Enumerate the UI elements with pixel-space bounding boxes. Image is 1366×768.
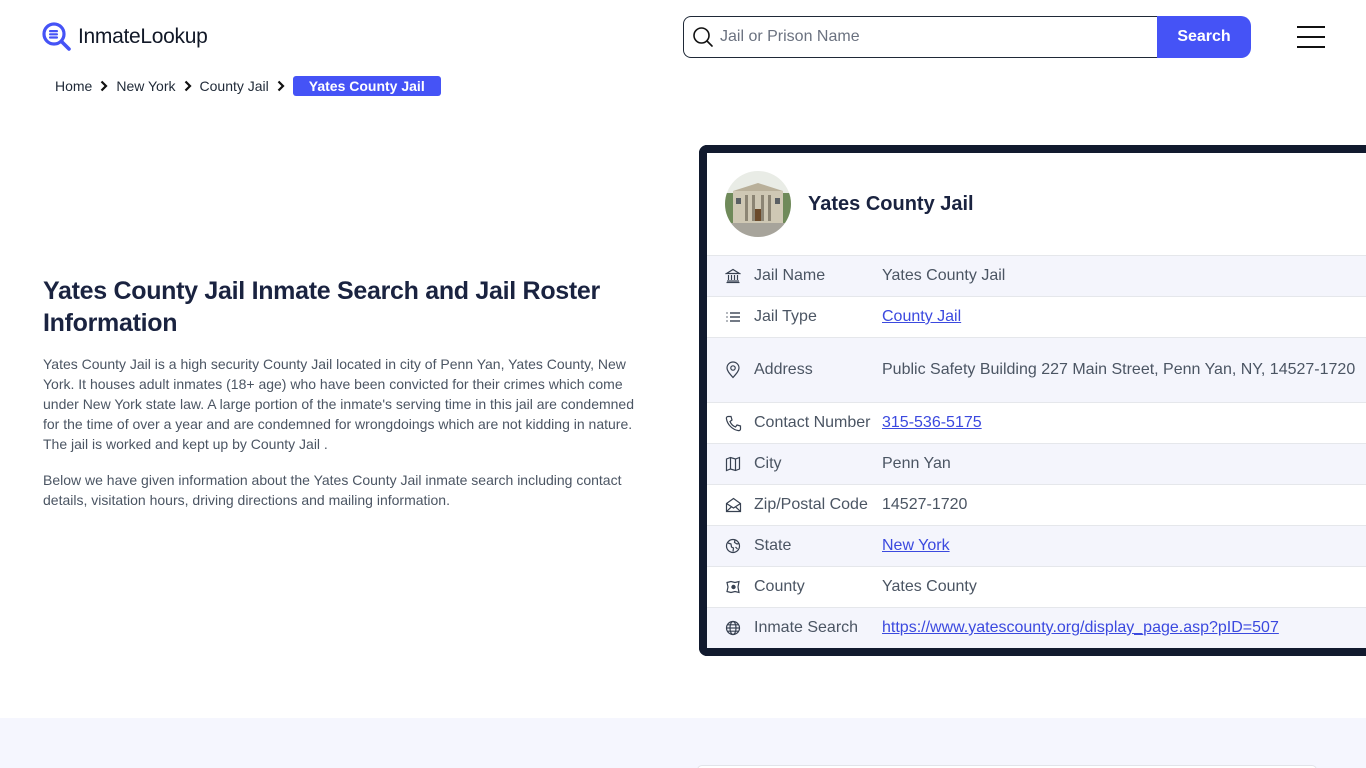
row-label: Address xyxy=(754,361,813,378)
phone-icon xyxy=(707,415,754,432)
row-label: Jail Type xyxy=(754,308,817,325)
inmate-search-link[interactable]: https://www.yatescounty.org/display_page… xyxy=(882,619,1279,636)
info-table: Jail Name Yates County Jail Jail Type Co… xyxy=(707,255,1366,648)
description: Yates County Jail is a high security Cou… xyxy=(43,354,643,526)
info-row-jail-type: Jail Type County Jail xyxy=(707,296,1366,337)
next-section-background xyxy=(0,718,1366,768)
card-title: Yates County Jail xyxy=(808,192,974,215)
phone-link[interactable]: 315-536-5175 xyxy=(882,414,982,431)
mail-open-icon xyxy=(707,497,754,513)
building-icon xyxy=(707,268,754,284)
logo-text: InmateLookup xyxy=(78,25,208,48)
row-value: Public Safety Building 227 Main Street, … xyxy=(882,361,1356,378)
row-value: 14527-1720 xyxy=(882,496,968,513)
jail-info-card: Yates County Jail Jail Name Yates County… xyxy=(699,145,1366,656)
info-row-city: City Penn Yan xyxy=(707,443,1366,484)
search-bar: Search xyxy=(683,16,1251,58)
row-label: County xyxy=(754,578,805,595)
row-value: Penn Yan xyxy=(882,455,951,472)
row-label: State xyxy=(754,537,792,554)
breadcrumb-type[interactable]: County Jail xyxy=(200,78,269,94)
logo-magnifier-icon xyxy=(42,22,72,52)
page-title: Yates County Jail Inmate Search and Jail… xyxy=(43,277,600,337)
description-paragraph: Below we have given information about th… xyxy=(43,472,622,508)
info-row-jail-name: Jail Name Yates County Jail xyxy=(707,255,1366,296)
breadcrumb-current: Yates County Jail xyxy=(292,76,441,96)
county-map-icon xyxy=(707,579,754,595)
search-input[interactable] xyxy=(714,28,1157,46)
breadcrumb-home[interactable]: Home xyxy=(55,78,92,94)
list-icon xyxy=(707,309,754,325)
description-paragraph: Yates County Jail is a high security Cou… xyxy=(43,356,635,452)
row-value: Yates County Jail xyxy=(882,267,1006,284)
hamburger-icon-line xyxy=(1297,36,1325,38)
chevron-right-icon xyxy=(277,80,285,92)
jail-photo xyxy=(725,171,791,237)
row-value: Yates County xyxy=(882,578,977,595)
breadcrumb-state[interactable]: New York xyxy=(116,78,175,94)
row-label: Contact Number xyxy=(754,414,871,431)
globe-icon xyxy=(707,620,754,636)
hamburger-icon-line xyxy=(1297,46,1325,48)
chevron-right-icon xyxy=(184,80,192,92)
card-header: Yates County Jail xyxy=(707,153,1366,255)
info-row-address: Address Public Safety Building 227 Main … xyxy=(707,337,1366,402)
site-logo[interactable]: InmateLookup xyxy=(42,22,208,52)
info-row-inmate-search: Inmate Search https://www.yatescounty.or… xyxy=(707,607,1366,648)
hamburger-menu-button[interactable] xyxy=(1297,26,1325,48)
row-label: Inmate Search xyxy=(754,619,859,636)
hamburger-icon-line xyxy=(1297,26,1325,28)
info-row-zip: Zip/Postal Code 14527-1720 xyxy=(707,484,1366,525)
row-label: City xyxy=(754,455,782,472)
search-field[interactable] xyxy=(683,16,1157,58)
search-button[interactable]: Search xyxy=(1157,16,1251,58)
info-row-county: County Yates County xyxy=(707,566,1366,607)
globe-region-icon xyxy=(707,538,754,554)
map-icon xyxy=(707,456,754,472)
map-pin-icon xyxy=(707,361,754,379)
row-label: Jail Name xyxy=(754,267,826,284)
info-row-contact-number: Contact Number 315-536-5175 xyxy=(707,402,1366,443)
breadcrumb: Home New York County Jail Yates County J… xyxy=(55,76,441,96)
state-link[interactable]: New York xyxy=(882,537,950,554)
chevron-right-icon xyxy=(100,80,108,92)
search-icon xyxy=(693,27,713,47)
jail-type-link[interactable]: County Jail xyxy=(882,308,961,325)
row-label: Zip/Postal Code xyxy=(754,496,868,513)
info-row-state: State New York xyxy=(707,525,1366,566)
